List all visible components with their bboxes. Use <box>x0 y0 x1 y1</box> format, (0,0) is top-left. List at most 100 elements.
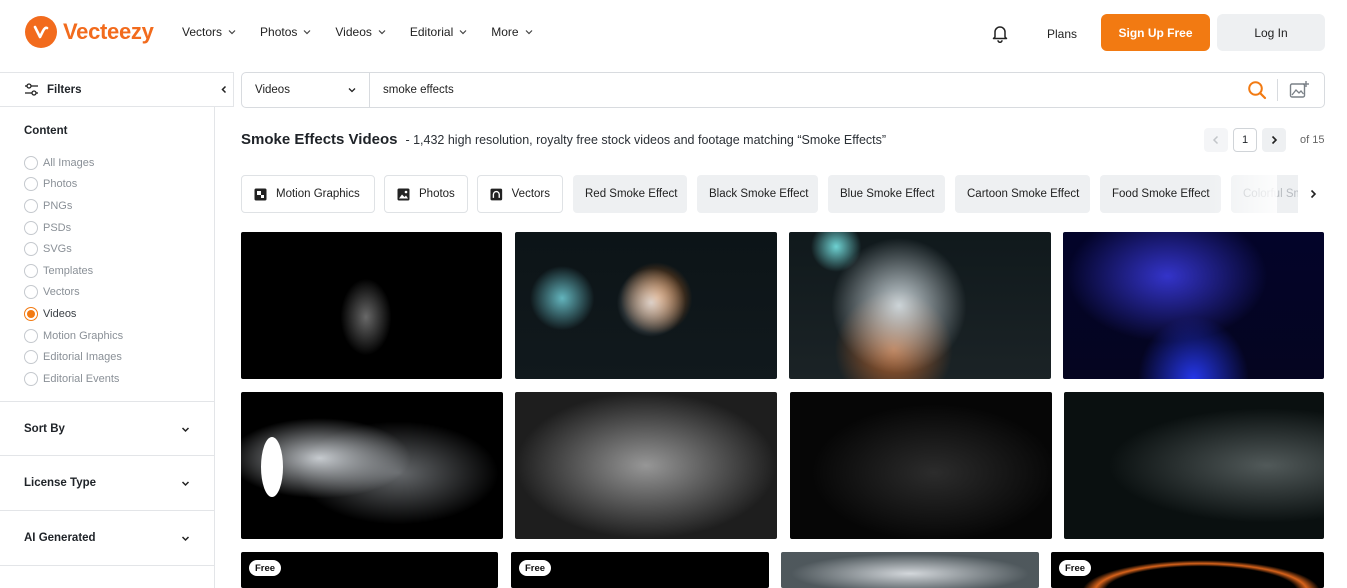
chip-label: Motion Graphics <box>276 188 360 200</box>
radio-button[interactable] <box>24 198 38 213</box>
video-thumbnail[interactable] <box>515 232 777 379</box>
search-input[interactable] <box>383 81 1233 99</box>
previous-page-button[interactable] <box>1204 128 1228 152</box>
nav-editorial[interactable]: Editorial <box>410 25 467 39</box>
video-thumbnail[interactable] <box>790 392 1052 539</box>
collapse-sidebar-button[interactable] <box>214 72 234 107</box>
photo-icon <box>397 188 410 200</box>
plans-link[interactable]: Plans <box>1047 27 1077 41</box>
search-bar: Videos <box>241 72 1325 108</box>
chip-motion-graphics[interactable]: Motion Graphics <box>241 175 375 213</box>
video-thumbnail[interactable] <box>1063 232 1324 379</box>
content-option-templates[interactable]: Templates <box>24 260 123 282</box>
search-icon[interactable] <box>1247 80 1267 100</box>
sign-up-button[interactable]: Sign Up Free <box>1101 14 1210 51</box>
video-thumbnail[interactable]: Free <box>1051 552 1324 588</box>
nav-vectors[interactable]: Vectors <box>182 25 236 39</box>
chevron-down-icon <box>303 30 311 35</box>
content-option-svgs[interactable]: SVGs <box>24 238 123 260</box>
video-thumbnail[interactable]: Free <box>511 552 769 588</box>
content-option-motion-graphics[interactable]: Motion Graphics <box>24 325 123 347</box>
total-pages: of 15 <box>1300 134 1325 146</box>
nav-label: Photos <box>260 25 298 39</box>
results-count: - 1,432 high resolution, royalty free st… <box>405 133 887 147</box>
nav-videos[interactable]: Videos <box>335 25 386 39</box>
content-filter-options: All Images Photos PNGs PSDs SVGs Templat… <box>24 152 123 390</box>
section-label: AI Generated <box>24 532 96 544</box>
radio-button[interactable] <box>24 263 38 278</box>
chip-food-smoke-effect[interactable]: Food Smoke Effect <box>1100 175 1221 213</box>
option-label: SVGs <box>43 243 72 256</box>
filter-sliders-icon <box>25 83 38 96</box>
radio-button[interactable] <box>24 177 38 192</box>
radio-button[interactable] <box>24 285 38 300</box>
content-option-vectors[interactable]: Vectors <box>24 282 123 304</box>
results-heading: Smoke Effects Videos - 1,432 high resolu… <box>241 131 886 148</box>
ai-generated-section[interactable]: AI Generated <box>0 510 214 565</box>
video-thumbnail[interactable] <box>789 232 1051 379</box>
free-badge: Free <box>249 560 282 576</box>
option-label: PSDs <box>43 221 72 234</box>
chevron-down-icon <box>525 30 533 35</box>
search-type-value: Videos <box>255 84 290 96</box>
chip-blue-smoke-effect[interactable]: Blue Smoke Effect <box>828 175 945 213</box>
content-option-psds[interactable]: PSDs <box>24 217 123 239</box>
sort-by-section[interactable]: Sort By <box>0 401 214 456</box>
video-thumbnail[interactable] <box>515 392 777 539</box>
video-thumbnail[interactable] <box>241 392 503 539</box>
video-thumbnail[interactable]: Free <box>241 552 498 588</box>
section-label: Sort By <box>24 423 65 435</box>
chip-label: Vectors <box>511 188 550 200</box>
current-page-input[interactable]: 1 <box>1233 128 1257 152</box>
chip-red-smoke-effect[interactable]: Red Smoke Effect <box>573 175 687 213</box>
radio-button[interactable] <box>24 371 38 386</box>
radio-button[interactable] <box>24 220 38 235</box>
radio-button[interactable] <box>24 350 38 365</box>
content-option-photos[interactable]: Photos <box>24 174 123 196</box>
content-filter-title: Content <box>24 125 68 137</box>
option-label: PNGs <box>43 199 73 212</box>
nav-label: More <box>491 25 519 39</box>
content-option-pngs[interactable]: PNGs <box>24 195 123 217</box>
video-thumbnail[interactable] <box>1064 392 1324 539</box>
filter-sidebar: Filters Content All Images Photos PNGs P… <box>0 72 215 588</box>
chips-scroll-right-button[interactable] <box>1298 175 1328 213</box>
video-thumbnail[interactable] <box>241 232 502 379</box>
radio-button-selected[interactable] <box>24 306 38 321</box>
nav-label: Vectors <box>182 25 223 39</box>
radio-button[interactable] <box>24 328 38 343</box>
chip-photos[interactable]: Photos <box>384 175 468 213</box>
content-option-all-images[interactable]: All Images <box>24 152 123 174</box>
related-chips: Motion Graphics Photos Vectors Red Smoke… <box>241 175 1325 213</box>
license-type-section[interactable]: License Type <box>0 455 214 510</box>
option-label: Templates <box>43 264 94 277</box>
radio-button[interactable] <box>24 242 38 257</box>
option-label: Videos <box>43 307 77 320</box>
vecteezy-logo[interactable]: Vecteezy <box>25 16 154 48</box>
chip-cartoon-smoke-effect[interactable]: Cartoon Smoke Effect <box>955 175 1090 213</box>
image-search-icon[interactable] <box>1289 80 1310 100</box>
nav-photos[interactable]: Photos <box>260 25 311 39</box>
chip-black-smoke-effect[interactable]: Black Smoke Effect <box>697 175 818 213</box>
chip-vectors[interactable]: Vectors <box>477 175 563 213</box>
content-option-editorial-images[interactable]: Editorial Images <box>24 346 123 368</box>
chevron-down-icon <box>459 30 467 35</box>
nav-more[interactable]: More <box>491 25 533 39</box>
next-page-button[interactable] <box>1262 128 1286 152</box>
filters-header[interactable]: Filters <box>0 72 214 107</box>
sidebar-divider <box>0 565 214 588</box>
pagination: 1 of 15 <box>1204 128 1324 152</box>
content-option-videos[interactable]: Videos <box>24 303 123 325</box>
content-option-editorial-events[interactable]: Editorial Events <box>24 368 123 390</box>
radio-button[interactable] <box>24 155 38 170</box>
search-type-select[interactable]: Videos <box>242 73 370 107</box>
nav-label: Editorial <box>409 25 454 39</box>
bell-icon[interactable] <box>990 23 1010 43</box>
main-nav: Vectors Photos Videos Editorial More <box>182 25 557 39</box>
motion-graphics-icon <box>254 188 267 200</box>
logo-wordmark: Vecteezy <box>63 19 154 44</box>
video-thumbnail[interactable] <box>781 552 1039 588</box>
logo-icon <box>25 16 57 48</box>
log-in-button[interactable]: Log In <box>1217 14 1325 51</box>
option-label: Editorial Images <box>43 351 122 364</box>
